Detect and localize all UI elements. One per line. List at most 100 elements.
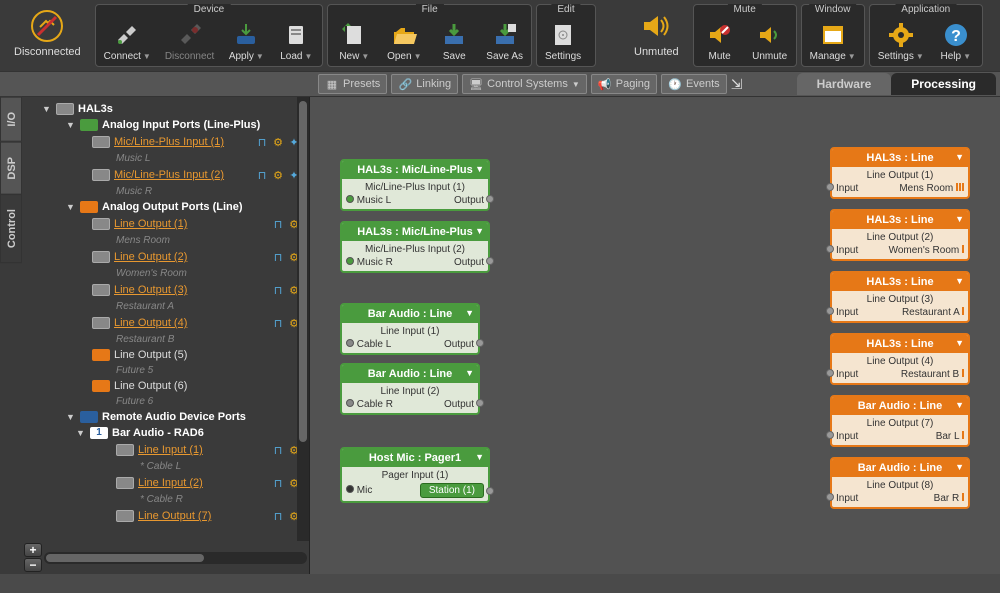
input-node[interactable]: HAL3s : Mic/Line-Plus▼ Mic/Line-Plus Inp… [340, 159, 490, 211]
gear-small-icon[interactable]: ⚙ [271, 168, 285, 182]
remote-badge-icon [80, 411, 98, 423]
hardware-tab[interactable]: Hardware [797, 73, 892, 95]
chevron-down-icon[interactable]: ▼ [955, 276, 964, 286]
tree-input-item[interactable]: Line Input (2)⊓⚙ [22, 474, 309, 492]
disconnect-button[interactable]: Disconnect [159, 19, 220, 64]
control-tab[interactable]: Control [0, 194, 22, 263]
pager-node[interactable]: Host Mic : Pager1▼ Pager Input (1) MicSt… [340, 447, 490, 503]
chevron-down-icon[interactable]: ▼ [465, 308, 474, 318]
indicator-icon: ⊓ [271, 316, 285, 330]
horizontal-scrollbar[interactable] [44, 552, 307, 564]
processing-tab[interactable]: Processing [891, 73, 996, 95]
gear-small-icon[interactable]: ⚙ [271, 135, 285, 149]
zoom-out-button[interactable]: − [24, 558, 42, 572]
tree-remote[interactable]: ▼ Remote Audio Device Ports [22, 409, 309, 425]
input-node[interactable]: Bar Audio : Line▼ Line Input (2) Cable R… [340, 363, 480, 415]
dsp-tab[interactable]: DSP [0, 142, 22, 195]
chevron-down-icon[interactable]: ▼ [955, 152, 964, 162]
tree-analog-in[interactable]: ▼ Analog Input Ports (Line-Plus) [22, 117, 309, 133]
svg-text:?: ? [951, 28, 961, 45]
output-port[interactable] [486, 195, 494, 203]
app-settings-button[interactable]: Settings▼ [872, 19, 930, 64]
chevron-down-icon[interactable]: ▼ [955, 338, 964, 348]
output-node[interactable]: HAL3s : Line▼ Line Output (1)InputMens R… [830, 147, 970, 199]
input-port[interactable] [826, 307, 834, 315]
processing-canvas[interactable]: HAL3s : Mic/Line-Plus▼ Mic/Line-Plus Inp… [310, 97, 1000, 574]
input-port[interactable] [826, 245, 834, 253]
device-number-badge: 1 [90, 427, 108, 439]
indicator-icon: ⊓ [271, 476, 285, 490]
apply-button[interactable]: Apply▼ [222, 19, 270, 64]
level-meter-icon [962, 493, 964, 501]
paging-button[interactable]: 📢Paging [591, 74, 657, 94]
port-badge-icon [92, 284, 110, 296]
node-title: Bar Audio : Line▼ [832, 459, 968, 477]
tree-output-item[interactable]: Line Output (4)⊓⚙ [22, 314, 309, 332]
open-button[interactable]: Open▼ [380, 19, 428, 64]
chevron-down-icon[interactable]: ▼ [955, 462, 964, 472]
tree-input-item[interactable]: Mic/Line-Plus Input (2) ⊓⚙✦ [22, 166, 309, 184]
chevron-down-icon[interactable]: ▼ [66, 120, 76, 130]
level-meter-icon [956, 183, 964, 191]
chevron-down-icon[interactable]: ▼ [66, 202, 76, 212]
node-title: Host Mic : Pager1▼ [342, 449, 488, 467]
output-node[interactable]: HAL3s : Line▼ Line Output (4)InputRestau… [830, 333, 970, 385]
chevron-down-icon[interactable]: ▼ [465, 368, 474, 378]
chevron-down-icon[interactable]: ▼ [955, 214, 964, 224]
control-systems-button[interactable]: 🖥Control Systems ▼ [462, 74, 587, 94]
unmute-button[interactable]: Unmute [746, 19, 794, 64]
help-button[interactable]: ? Help▼ [932, 19, 980, 64]
manage-button[interactable]: Manage▼ [804, 19, 862, 64]
tree-output-item[interactable]: Line Output (5) [22, 347, 309, 363]
input-node[interactable]: HAL3s : Mic/Line-Plus▼ Mic/Line-Plus Inp… [340, 221, 490, 273]
settings-button[interactable]: Settings [539, 19, 587, 64]
save-button[interactable]: Save [430, 19, 478, 64]
io-tab[interactable]: I/O [0, 97, 22, 142]
chevron-down-icon[interactable]: ▼ [42, 104, 52, 114]
chevron-down-icon[interactable]: ▼ [475, 452, 484, 462]
chevron-down-icon[interactable]: ▼ [475, 226, 484, 236]
overflow-button[interactable]: ⇲ [731, 76, 743, 93]
input-port[interactable] [826, 369, 834, 377]
tree-scrollbar[interactable] [297, 97, 309, 552]
mute-button[interactable]: Mute [696, 19, 744, 64]
input-port[interactable] [826, 431, 834, 439]
tree-output-item[interactable]: Line Output (7)⊓⚙ [22, 507, 309, 525]
output-node[interactable]: HAL3s : Line▼ Line Output (2)InputWomen'… [830, 209, 970, 261]
input-port[interactable] [826, 183, 834, 191]
output-port[interactable] [486, 487, 494, 495]
node-title: HAL3s : Mic/Line-Plus▼ [342, 223, 488, 241]
tree-input-item[interactable]: Line Input (1)⊓⚙ [22, 441, 309, 459]
port-indicator-icon [346, 485, 354, 493]
chevron-down-icon[interactable]: ▼ [475, 164, 484, 174]
connect-button[interactable]: Connect▼ [98, 19, 157, 64]
saveas-button[interactable]: Save As [480, 19, 529, 64]
tree-root[interactable]: ▼ HAL3s [22, 101, 309, 117]
output-node[interactable]: Bar Audio : Line▼ Line Output (7)InputBa… [830, 395, 970, 447]
input-node[interactable]: Bar Audio : Line▼ Line Input (1) Cable L… [340, 303, 480, 355]
tree-output-item[interactable]: Line Output (2)⊓⚙ [22, 248, 309, 266]
tree-output-item[interactable]: Line Output (6) [22, 378, 309, 394]
load-button[interactable]: Load▼ [272, 19, 320, 64]
new-button[interactable]: New▼ [330, 19, 378, 64]
input-port[interactable] [826, 493, 834, 501]
output-port[interactable] [476, 339, 484, 347]
output-node[interactable]: Bar Audio : Line▼ Line Output (8)InputBa… [830, 457, 970, 509]
chevron-down-icon[interactable]: ▼ [66, 412, 76, 422]
linking-button[interactable]: 🔗Linking [391, 74, 458, 94]
tree-output-item[interactable]: Line Output (3)⊓⚙ [22, 281, 309, 299]
output-port[interactable] [476, 399, 484, 407]
output-node[interactable]: HAL3s : Line▼ Line Output (3)InputRestau… [830, 271, 970, 323]
events-button[interactable]: 🕐Events [661, 74, 727, 94]
tree-remote-device[interactable]: ▼ 1 Bar Audio - RAD6 [22, 425, 309, 441]
presets-button[interactable]: ▦Presets [318, 74, 387, 94]
station-badge[interactable]: Station (1) [420, 483, 484, 498]
chevron-down-icon[interactable]: ▼ [955, 400, 964, 410]
tree-analog-out[interactable]: ▼ Analog Output Ports (Line) [22, 199, 309, 215]
tree-output-item[interactable]: Line Output (1)⊓⚙ [22, 215, 309, 233]
tree-input-item[interactable]: Mic/Line-Plus Input (1) ⊓⚙✦ [22, 133, 309, 151]
chevron-down-icon[interactable]: ▼ [76, 428, 86, 438]
output-port[interactable] [486, 257, 494, 265]
zoom-in-button[interactable]: + [24, 543, 42, 557]
node-title: Bar Audio : Line▼ [342, 365, 478, 383]
